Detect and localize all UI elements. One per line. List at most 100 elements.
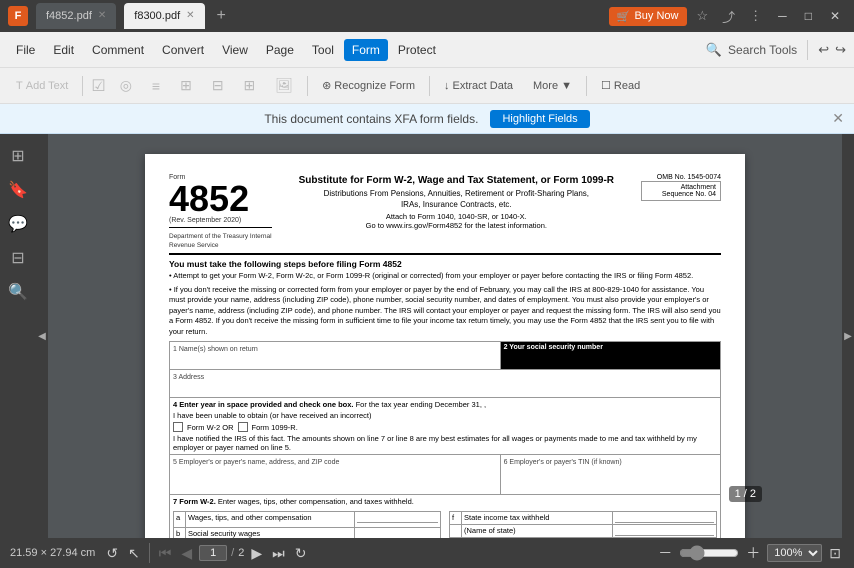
field-1-label: 1 Name(s) shown on return xyxy=(173,346,258,353)
sidebar-comment-icon[interactable]: 💬 xyxy=(4,210,32,238)
table-row-3: 3 Address xyxy=(170,370,721,398)
minimize-button[interactable]: ─ xyxy=(772,7,793,25)
tab-f4852-label: f4852.pdf xyxy=(46,10,92,22)
form-number: 4852 xyxy=(169,181,249,217)
sidebar-search-icon[interactable]: 🔍 xyxy=(4,278,32,306)
instruction-2: • If you don't receive the missing or co… xyxy=(169,285,721,338)
checkbox-1099r[interactable] xyxy=(238,422,248,432)
share-icon[interactable]: ⤴ xyxy=(718,5,739,28)
prev-page-button[interactable]: ◀ xyxy=(178,545,195,562)
zoom-dropdown[interactable]: 100% 75% 150% 200% xyxy=(767,544,822,562)
bottom-bar: 21.59 × 27.94 cm ↺ ↖ ⏮ ◀ / 2 ▶ ⏭ ↻ － ＋ 1… xyxy=(0,538,854,568)
star-icon[interactable]: ☆ xyxy=(693,6,713,26)
menu-form[interactable]: Form xyxy=(344,39,388,61)
maximize-button[interactable]: □ xyxy=(799,7,818,25)
field-3-input xyxy=(173,381,717,395)
zoom-in-button[interactable]: ＋ xyxy=(743,543,763,563)
read-button[interactable]: ☐ Read xyxy=(593,76,648,95)
menu-page[interactable]: Page xyxy=(258,39,302,61)
field-4-desc: For the tax year ending December 31, xyxy=(356,400,482,409)
toolbar-sep-4 xyxy=(586,76,587,96)
sidebar-layer-icon[interactable]: ⊟ xyxy=(4,244,32,272)
nav-sep xyxy=(149,543,150,563)
recognize-form-button[interactable]: ⊛ Recognize Form xyxy=(314,76,423,95)
menu-tool[interactable]: Tool xyxy=(304,39,342,61)
page-input[interactable] xyxy=(199,545,227,561)
field-4-text2: I have notified the IRS of this fact. Th… xyxy=(173,434,717,452)
reset-zoom-icon[interactable]: ↺ xyxy=(103,545,121,562)
menu-convert[interactable]: Convert xyxy=(154,39,212,61)
menu-view[interactable]: View xyxy=(214,39,256,61)
extract-data-button[interactable]: ↓ Extract Data xyxy=(436,77,521,95)
img-icon-btn: 🖼 xyxy=(267,74,301,97)
instructions-header: You must take the following steps before… xyxy=(169,259,721,269)
field-4-line: , xyxy=(484,400,486,409)
instruction-1: • Attempt to get your Form W-2, Form W-2… xyxy=(169,271,721,282)
checkbox-row: Form W-2 OR Form 1099-R. xyxy=(173,422,717,432)
tab-f4852[interactable]: f4852.pdf ✕ xyxy=(36,3,116,29)
xfa-close-button[interactable]: ✕ xyxy=(832,110,844,127)
field-1-input xyxy=(173,353,497,367)
sub-label-f: State income tax withheld xyxy=(462,512,613,525)
xfa-banner: This document contains XFA form fields. … xyxy=(0,104,854,134)
zoom-out-button[interactable]: － xyxy=(655,543,675,563)
sidebar-thumbnail-icon[interactable]: ⊞ xyxy=(4,142,32,170)
attachment-sequence: Attachment Sequence No. 04 xyxy=(641,181,721,201)
field-4-top: 4 Enter year in space provided and check… xyxy=(173,400,717,409)
xfa-message: This document contains XFA form fields. xyxy=(264,112,478,126)
app-logo: F xyxy=(8,6,28,26)
sub-field-b xyxy=(357,529,438,538)
tab-f4852-close[interactable]: ✕ xyxy=(98,11,106,21)
overflow-icon[interactable]: ⋮ xyxy=(745,6,766,26)
sidebar-bookmark-icon[interactable]: 🔖 xyxy=(4,176,32,204)
sub-row-a: a Wages, tips, and other compensation xyxy=(174,512,441,528)
menu-edit[interactable]: Edit xyxy=(45,39,82,61)
buy-now-button[interactable]: 🛒 Buy Now xyxy=(609,7,687,26)
form-icon-btn: ⊞ xyxy=(236,74,264,97)
nav-controls: ↺ ↖ ⏮ ◀ / 2 ▶ ⏭ ↻ xyxy=(103,543,309,563)
add-tab-button[interactable]: + xyxy=(213,7,230,25)
sub-row-f: f State income tax withheld xyxy=(450,512,717,525)
next-page-button[interactable]: ▶ xyxy=(248,545,265,562)
field-1-cell: 1 Name(s) shown on return xyxy=(170,342,501,370)
field-7-number: 7 xyxy=(173,497,177,506)
left-panel-toggle[interactable]: ◀ xyxy=(36,134,48,538)
zoom-slider[interactable] xyxy=(679,545,739,561)
redo-btn[interactable]: ↪ xyxy=(835,42,846,58)
tab-f8300-label: f8300.pdf xyxy=(134,10,180,22)
menu-comment[interactable]: Comment xyxy=(84,39,152,61)
field-7-sub: a Wages, tips, and other compensation b … xyxy=(173,509,717,538)
field-7-cell: 7 Form W-2. Enter wages, tips, other com… xyxy=(170,495,721,539)
omb-number: OMB No. 1545-0074 xyxy=(641,174,721,181)
close-button[interactable]: ✕ xyxy=(824,7,846,25)
add-text-button[interactable]: T Add Text xyxy=(8,77,76,95)
sub-label-a: Wages, tips, and other compensation xyxy=(186,512,355,528)
rotate-icon[interactable]: ↻ xyxy=(292,545,310,562)
pdf-area[interactable]: Form 4852 (Rev. September 2020) Departme… xyxy=(48,134,842,538)
undo-btn[interactable]: ↩ xyxy=(818,42,829,58)
last-page-button[interactable]: ⏭ xyxy=(269,545,288,562)
sub-row-state: (Name of state) xyxy=(450,525,717,538)
menu-protect[interactable]: Protect xyxy=(390,39,444,61)
menu-bar: File Edit Comment Convert View Page Tool… xyxy=(0,32,854,68)
checkbox-w2[interactable] xyxy=(173,422,183,432)
table-row-7: 7 Form W-2. Enter wages, tips, other com… xyxy=(170,495,721,539)
menu-file[interactable]: File xyxy=(8,39,43,61)
fit-width-button[interactable]: ⊡ xyxy=(826,545,844,562)
field-2-input xyxy=(504,351,717,365)
cursor-icon[interactable]: ↖ xyxy=(125,545,143,562)
pdf-page: Form 4852 (Rev. September 2020) Departme… xyxy=(145,154,745,538)
right-panel-toggle[interactable]: ▶ xyxy=(842,134,854,538)
table-row-1: 1 Name(s) shown on return 2 Your social … xyxy=(170,342,721,370)
more-button[interactable]: More ▼ xyxy=(525,77,580,95)
main-area: ⊞ 🔖 💬 ⊟ 🔍 ◀ Form 4852 (Rev. September 20… xyxy=(0,134,854,538)
checkbox-icon-btn: ☑ xyxy=(89,74,107,98)
tab-f8300-close[interactable]: ✕ xyxy=(186,11,194,21)
sub-table-right: f State income tax withheld (Name of sta… xyxy=(449,511,717,538)
tab-f8300[interactable]: f8300.pdf ✕ xyxy=(124,3,204,29)
first-page-button[interactable]: ⏮ xyxy=(156,545,175,562)
field-6-label: 6 Employer's or payer's TIN (if known) xyxy=(504,459,622,466)
form-omb-block: OMB No. 1545-0074 Attachment Sequence No… xyxy=(641,174,721,249)
field-2-cell: 2 Your social security number xyxy=(500,342,720,370)
highlight-fields-button[interactable]: Highlight Fields xyxy=(490,110,589,128)
